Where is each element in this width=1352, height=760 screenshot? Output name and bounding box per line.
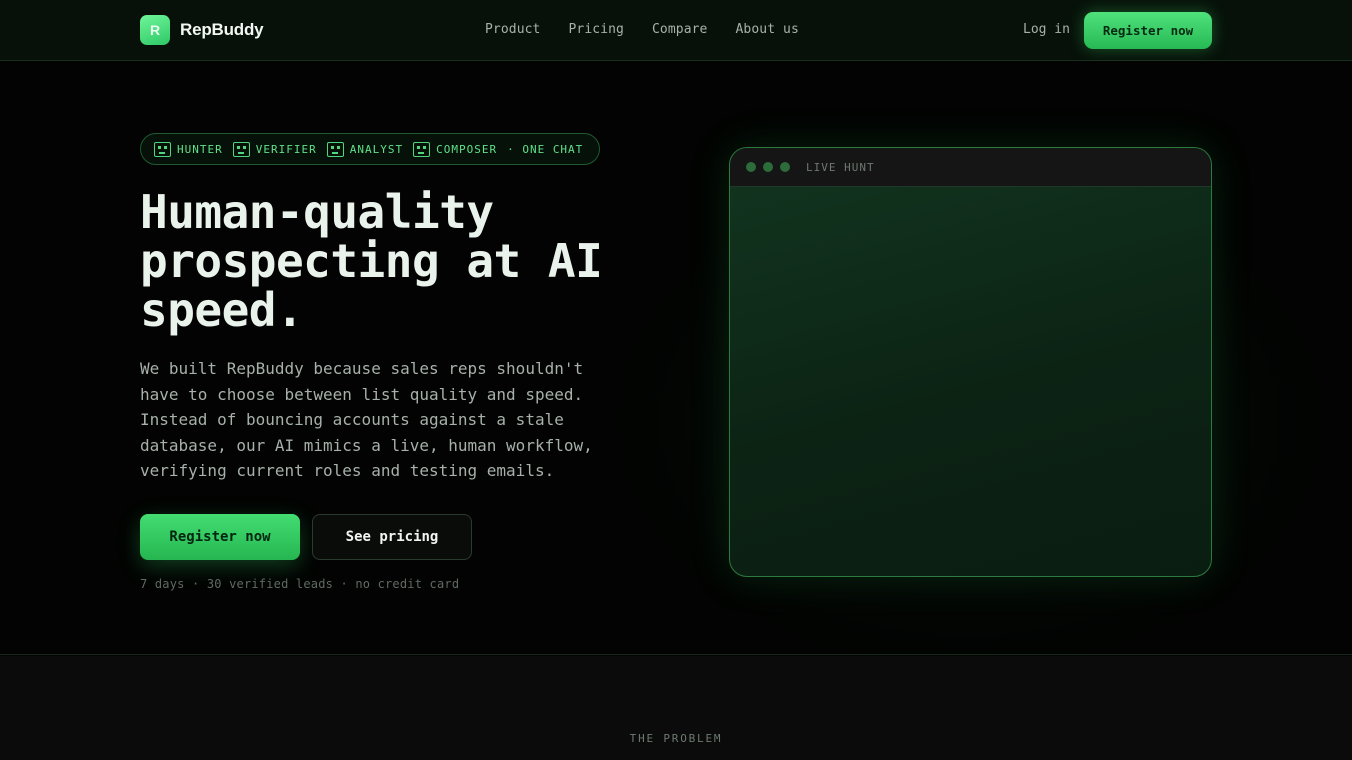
agent-label: COMPOSER	[436, 142, 498, 156]
robot-hunter-icon	[154, 141, 171, 157]
robot-analyst-icon	[326, 141, 344, 157]
window-titlebar: LIVE HUNT	[730, 148, 1211, 187]
window-dot-icon	[763, 162, 773, 172]
agent-hunter: HUNTER	[154, 141, 223, 157]
section-eyebrow: THE PROBLEM	[629, 732, 723, 745]
nav-link-pricing[interactable]: Pricing	[569, 22, 625, 37]
login-link[interactable]: Log in	[1023, 22, 1070, 37]
hero-subtext: We built RepBuddy because sales reps sho…	[140, 359, 593, 480]
robot-verifier-icon	[232, 141, 250, 157]
agent-composer: COMPOSER	[413, 141, 498, 157]
window-title: LIVE HUNT	[806, 161, 875, 174]
nav-links: Product Pricing Compare About us	[485, 22, 799, 37]
agent-analyst: ANALYST	[326, 141, 404, 157]
nav-link-product[interactable]: Product	[485, 22, 541, 37]
agents-pill: HUNTER VERIFIER ANALYST COMPOSER · ONE C…	[140, 133, 600, 165]
nav-link-compare[interactable]: Compare	[652, 22, 708, 37]
agent-verifier: VERIFIER	[232, 141, 317, 157]
register-button[interactable]: Register now	[140, 514, 300, 560]
top-nav: R RepBuddy Product Pricing Compare About…	[0, 0, 1352, 61]
fine-print: 7 days · 30 verified leads · no credit c…	[140, 577, 460, 591]
window-dot-icon	[746, 162, 756, 172]
agent-label: HUNTER	[177, 142, 223, 156]
robot-composer-icon	[413, 141, 431, 157]
agent-label: ANALYST	[349, 142, 404, 156]
brand-logo[interactable]: R RepBuddy	[140, 15, 264, 45]
window-dot-icon	[780, 162, 790, 172]
agents-tail: · ONE CHAT	[507, 142, 584, 156]
agent-label: VERIFIER	[255, 142, 317, 156]
brand-name: RepBuddy	[180, 20, 264, 39]
see-pricing-button[interactable]: See pricing	[312, 514, 472, 560]
nav-link-about[interactable]: About us	[736, 22, 799, 37]
hero-headline: Human-quality prospecting at AI speed.	[140, 185, 603, 337]
logo-mark-icon: R	[140, 15, 170, 45]
live-hunt-window: LIVE HUNT	[729, 147, 1212, 577]
nav-register-button[interactable]: Register now	[1084, 12, 1212, 49]
